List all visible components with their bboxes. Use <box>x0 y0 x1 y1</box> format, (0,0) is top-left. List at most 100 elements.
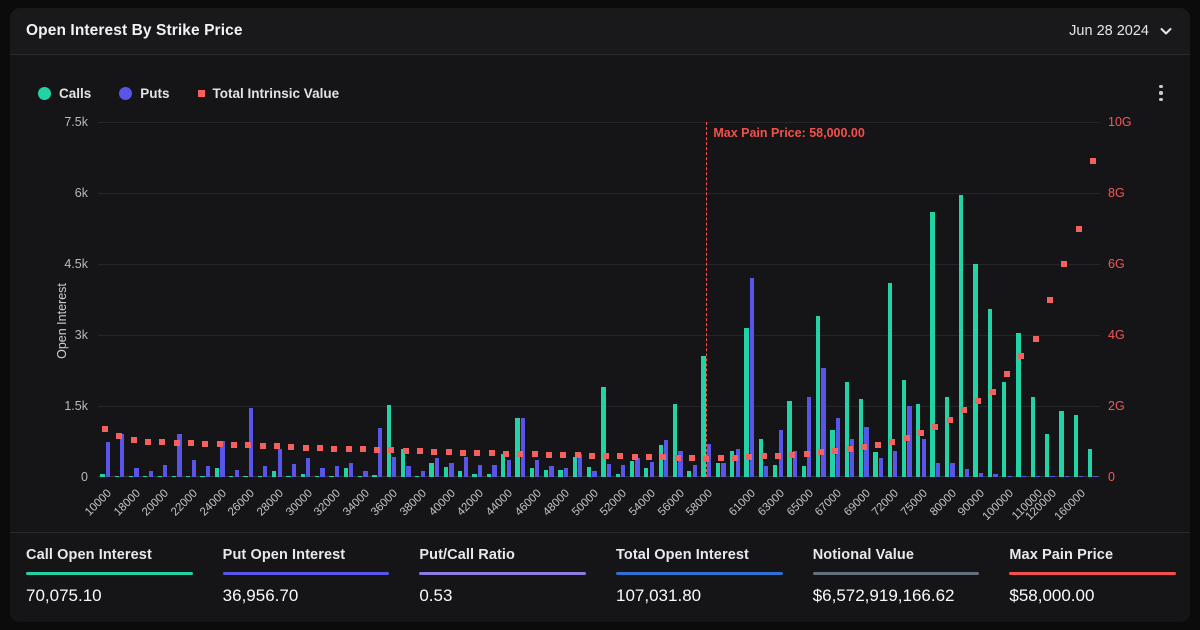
bar-group[interactable] <box>1057 122 1071 477</box>
bar-puts[interactable] <box>549 466 553 477</box>
bar-calls[interactable] <box>315 476 319 478</box>
intrinsic-value-point[interactable] <box>174 440 180 446</box>
bar-group[interactable] <box>1086 122 1100 477</box>
intrinsic-value-point[interactable] <box>317 445 323 451</box>
intrinsic-value-point[interactable] <box>374 447 380 453</box>
intrinsic-value-point[interactable] <box>517 451 523 457</box>
bar-puts[interactable] <box>134 468 138 477</box>
intrinsic-value-point[interactable] <box>889 439 895 445</box>
bar-puts[interactable] <box>421 471 425 477</box>
bar-group[interactable] <box>957 122 971 477</box>
bar-calls[interactable] <box>158 476 162 478</box>
intrinsic-value-point[interactable] <box>660 454 666 460</box>
intrinsic-value-point[interactable] <box>202 441 208 447</box>
bar-group[interactable] <box>900 122 914 477</box>
bar-puts[interactable] <box>535 460 539 477</box>
bar-calls[interactable] <box>916 404 920 477</box>
bar-group[interactable] <box>284 122 298 477</box>
bar-calls[interactable] <box>558 470 562 477</box>
intrinsic-value-point[interactable] <box>947 417 953 423</box>
bar-puts[interactable] <box>936 463 940 477</box>
bar-group[interactable] <box>513 122 527 477</box>
bar-calls[interactable] <box>630 461 634 477</box>
bar-group[interactable] <box>685 122 699 477</box>
intrinsic-value-point[interactable] <box>303 445 309 451</box>
intrinsic-value-point[interactable] <box>116 433 122 439</box>
intrinsic-value-point[interactable] <box>431 449 437 455</box>
bar-calls[interactable] <box>501 454 505 477</box>
bar-group[interactable] <box>885 122 899 477</box>
bar-group[interactable] <box>671 122 685 477</box>
bar-puts[interactable] <box>435 458 439 477</box>
intrinsic-value-point[interactable] <box>1018 353 1024 359</box>
bar-puts[interactable] <box>507 460 511 477</box>
intrinsic-value-point[interactable] <box>489 450 495 456</box>
plot-canvas[interactable]: Max Pain Price: 58,000.00 <box>98 122 1100 477</box>
bar-puts[interactable] <box>693 465 697 477</box>
intrinsic-value-point[interactable] <box>732 455 738 461</box>
bar-puts[interactable] <box>464 457 468 477</box>
intrinsic-value-point[interactable] <box>245 442 251 448</box>
bar-puts[interactable] <box>907 406 911 477</box>
bar-calls[interactable] <box>487 474 491 477</box>
intrinsic-value-point[interactable] <box>832 448 838 454</box>
bar-calls[interactable] <box>301 474 305 477</box>
bar-calls[interactable] <box>544 470 548 477</box>
bar-puts[interactable] <box>764 466 768 477</box>
bar-puts[interactable] <box>363 471 367 477</box>
intrinsic-value-point[interactable] <box>1047 297 1053 303</box>
bar-group[interactable] <box>1071 122 1085 477</box>
bar-puts[interactable] <box>320 468 324 477</box>
bar-calls[interactable] <box>859 399 863 477</box>
intrinsic-value-point[interactable] <box>446 449 452 455</box>
intrinsic-value-point[interactable] <box>346 446 352 452</box>
intrinsic-value-point[interactable] <box>617 453 623 459</box>
bar-group[interactable] <box>341 122 355 477</box>
intrinsic-value-point[interactable] <box>904 435 910 441</box>
bar-puts[interactable] <box>392 457 396 477</box>
bar-puts[interactable] <box>521 418 525 477</box>
bar-group[interactable] <box>814 122 828 477</box>
intrinsic-value-point[interactable] <box>474 450 480 456</box>
intrinsic-value-point[interactable] <box>1004 371 1010 377</box>
bar-group[interactable] <box>241 122 255 477</box>
bar-puts[interactable] <box>163 465 167 477</box>
bar-group[interactable] <box>327 122 341 477</box>
bar-puts[interactable] <box>306 458 310 477</box>
bar-calls[interactable] <box>930 212 934 477</box>
bar-calls[interactable] <box>387 405 391 477</box>
bar-calls[interactable] <box>229 476 233 478</box>
intrinsic-value-point[interactable] <box>503 451 509 457</box>
intrinsic-value-point[interactable] <box>159 439 165 445</box>
bar-group[interactable] <box>413 122 427 477</box>
bar-group[interactable] <box>98 122 112 477</box>
intrinsic-value-point[interactable] <box>360 446 366 452</box>
bar-group[interactable] <box>914 122 928 477</box>
intrinsic-value-point[interactable] <box>918 430 924 436</box>
intrinsic-value-point[interactable] <box>331 446 337 452</box>
intrinsic-value-point[interactable] <box>632 454 638 460</box>
expiry-date-picker[interactable]: Jun 28 2024 <box>1069 23 1172 39</box>
bar-puts[interactable] <box>979 473 983 477</box>
bar-puts[interactable] <box>965 469 969 477</box>
bar-group[interactable] <box>656 122 670 477</box>
bar-group[interactable] <box>857 122 871 477</box>
bar-calls[interactable] <box>1045 434 1049 477</box>
bar-puts[interactable] <box>235 470 239 477</box>
intrinsic-value-point[interactable] <box>932 424 938 430</box>
bar-puts[interactable] <box>893 451 897 477</box>
intrinsic-value-point[interactable] <box>145 439 151 445</box>
bar-puts[interactable] <box>192 460 196 477</box>
intrinsic-value-point[interactable] <box>746 454 752 460</box>
bar-group[interactable] <box>785 122 799 477</box>
bar-puts[interactable] <box>349 463 353 477</box>
bar-puts[interactable] <box>149 471 153 477</box>
bar-puts[interactable] <box>206 466 210 477</box>
bar-calls[interactable] <box>515 418 519 477</box>
bar-calls[interactable] <box>372 475 376 477</box>
bar-calls[interactable] <box>902 380 906 477</box>
bar-puts[interactable] <box>406 466 410 477</box>
bar-puts[interactable] <box>478 465 482 477</box>
intrinsic-value-point[interactable] <box>131 437 137 443</box>
intrinsic-value-point[interactable] <box>575 452 581 458</box>
